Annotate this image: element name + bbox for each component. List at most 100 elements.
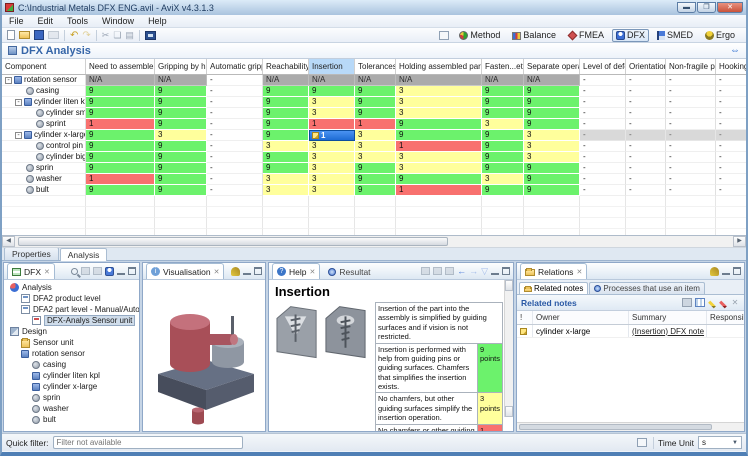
expander-icon[interactable]: - <box>5 77 12 84</box>
visualisation-tab[interactable]: i Visualisation ✕ <box>146 263 224 279</box>
tree-item-washer[interactable]: washer <box>4 403 139 414</box>
component-cell[interactable]: -cylinder liten kpl <box>2 97 86 108</box>
score-cell[interactable]: - <box>207 163 263 174</box>
close-icon[interactable]: ✕ <box>44 268 50 276</box>
score-cell[interactable]: 9 <box>155 119 207 130</box>
score-cell[interactable]: 9 <box>155 86 207 97</box>
score-cell[interactable]: N/A <box>524 75 580 86</box>
col-header-fasten-ethod[interactable]: Fasten...ethod <box>482 59 524 74</box>
score-cell[interactable]: 3 <box>309 141 355 152</box>
col-header-automatic-gripping[interactable]: Automatic gripping <box>207 59 263 74</box>
score-cell[interactable]: 3 <box>155 130 207 141</box>
sync-icon[interactable] <box>421 267 430 275</box>
key-icon[interactable] <box>231 267 240 276</box>
score-cell[interactable]: - <box>580 75 626 86</box>
score-cell[interactable]: 9 <box>482 141 524 152</box>
score-cell[interactable]: 9 <box>524 185 580 196</box>
score-cell[interactable]: 9 <box>482 163 524 174</box>
score-cell[interactable]: - <box>716 108 746 119</box>
score-cell[interactable]: 3 <box>309 174 355 185</box>
home-icon[interactable] <box>433 267 442 275</box>
minimize-panel-icon[interactable] <box>491 268 499 275</box>
close-icon[interactable]: ✕ <box>309 268 315 276</box>
component-cell[interactable]: control pin <box>2 141 86 152</box>
table-hscrollbar[interactable]: ◀ ▶ <box>2 236 746 248</box>
note-summary[interactable]: (Insertion) DFX note <box>629 325 707 337</box>
score-cell[interactable]: 9 <box>482 152 524 163</box>
score-cell[interactable]: - <box>207 97 263 108</box>
score-cell[interactable]: 9 <box>355 97 396 108</box>
person-icon[interactable] <box>105 267 114 276</box>
score-cell[interactable]: - <box>626 75 666 86</box>
score-cell[interactable]: - <box>666 97 716 108</box>
close-icon[interactable]: ✕ <box>576 268 582 276</box>
col-header-orientation[interactable]: Orientation <box>626 59 666 74</box>
score-cell[interactable]: 9 <box>86 141 155 152</box>
show-table-icon[interactable] <box>695 298 705 307</box>
col-header-hooking[interactable]: Hooking <box>716 59 746 74</box>
forward-icon[interactable]: → <box>469 267 478 276</box>
score-cell[interactable]: 9 <box>524 97 580 108</box>
scroll-left-icon[interactable]: ◀ <box>2 236 15 247</box>
score-cell[interactable]: - <box>207 152 263 163</box>
score-cell[interactable]: 3 <box>263 185 309 196</box>
score-cell[interactable]: - <box>580 108 626 119</box>
redo-icon[interactable]: ↷ <box>82 30 90 41</box>
score-cell[interactable]: 3 <box>396 97 482 108</box>
score-cell[interactable]: 9 <box>155 141 207 152</box>
score-cell[interactable]: N/A <box>86 75 155 86</box>
tree-item-cylinder-liten-kpl[interactable]: cylinder liten kpl <box>4 370 139 381</box>
component-cell[interactable]: sprin <box>2 163 86 174</box>
menu-window[interactable]: Window <box>95 16 141 26</box>
col-header-reachability[interactable]: Reachability <box>263 59 309 74</box>
score-cell[interactable]: 9 <box>482 108 524 119</box>
edit-note-icon[interactable] <box>708 300 716 308</box>
score-cell[interactable]: 9 <box>263 152 309 163</box>
relations-tab[interactable]: Relations ✕ <box>520 263 587 279</box>
close-button[interactable]: ✕ <box>717 2 743 13</box>
score-cell[interactable]: - <box>666 185 716 196</box>
menu-file[interactable]: File <box>2 16 31 26</box>
edit-note-red-icon[interactable] <box>719 300 727 308</box>
score-cell[interactable]: - <box>716 141 746 152</box>
tree-item-sprin[interactable]: sprin <box>4 392 139 403</box>
print-notes-icon[interactable] <box>682 298 692 307</box>
score-cell[interactable]: 9 <box>86 163 155 174</box>
score-cell[interactable]: 9 <box>355 163 396 174</box>
tab-processes[interactable]: Processes that use an item <box>589 282 705 294</box>
tab-analysis[interactable]: Analysis <box>60 248 108 261</box>
score-cell[interactable]: - <box>666 119 716 130</box>
scroll-thumb[interactable] <box>18 237 448 246</box>
minimize-button[interactable]: ▬ <box>677 2 696 13</box>
score-cell[interactable]: N/A <box>355 75 396 86</box>
menu-tools[interactable]: Tools <box>60 16 95 26</box>
window-layout-icon[interactable] <box>145 31 156 40</box>
score-cell[interactable]: - <box>666 75 716 86</box>
score-cell[interactable]: - <box>716 152 746 163</box>
score-cell[interactable]: - <box>580 119 626 130</box>
print-help-icon[interactable] <box>445 267 454 275</box>
expander-icon[interactable]: - <box>15 99 22 106</box>
score-cell[interactable]: - <box>207 174 263 185</box>
menu-help[interactable]: Help <box>141 16 174 26</box>
score-cell[interactable]: 9 <box>482 185 524 196</box>
maximize-panel-icon[interactable] <box>733 267 741 275</box>
col-header-level-of-defects[interactable]: Level of defects <box>580 59 626 74</box>
score-cell[interactable]: 3 <box>355 130 396 141</box>
score-cell[interactable]: 9 <box>263 163 309 174</box>
dfx-button[interactable]: DFX <box>612 29 649 42</box>
component-cell[interactable]: bult <box>2 185 86 196</box>
new-file-icon[interactable] <box>7 30 15 40</box>
back-icon[interactable]: ← <box>457 267 466 276</box>
col-header-non-fragile-parts[interactable]: Non-fragile parts <box>666 59 716 74</box>
score-cell[interactable]: 1 <box>86 174 155 185</box>
score-cell[interactable]: - <box>716 75 746 86</box>
score-cell[interactable]: 3 <box>524 130 580 141</box>
score-cell[interactable]: 3 <box>309 108 355 119</box>
score-cell[interactable]: - <box>580 86 626 97</box>
report-icon[interactable] <box>439 31 449 40</box>
score-cell[interactable]: - <box>580 152 626 163</box>
col-header-need-to-assemble-part[interactable]: Need to assemble part <box>86 59 155 74</box>
score-cell[interactable]: 3 <box>482 174 524 185</box>
score-cell[interactable]: 1 <box>309 119 355 130</box>
